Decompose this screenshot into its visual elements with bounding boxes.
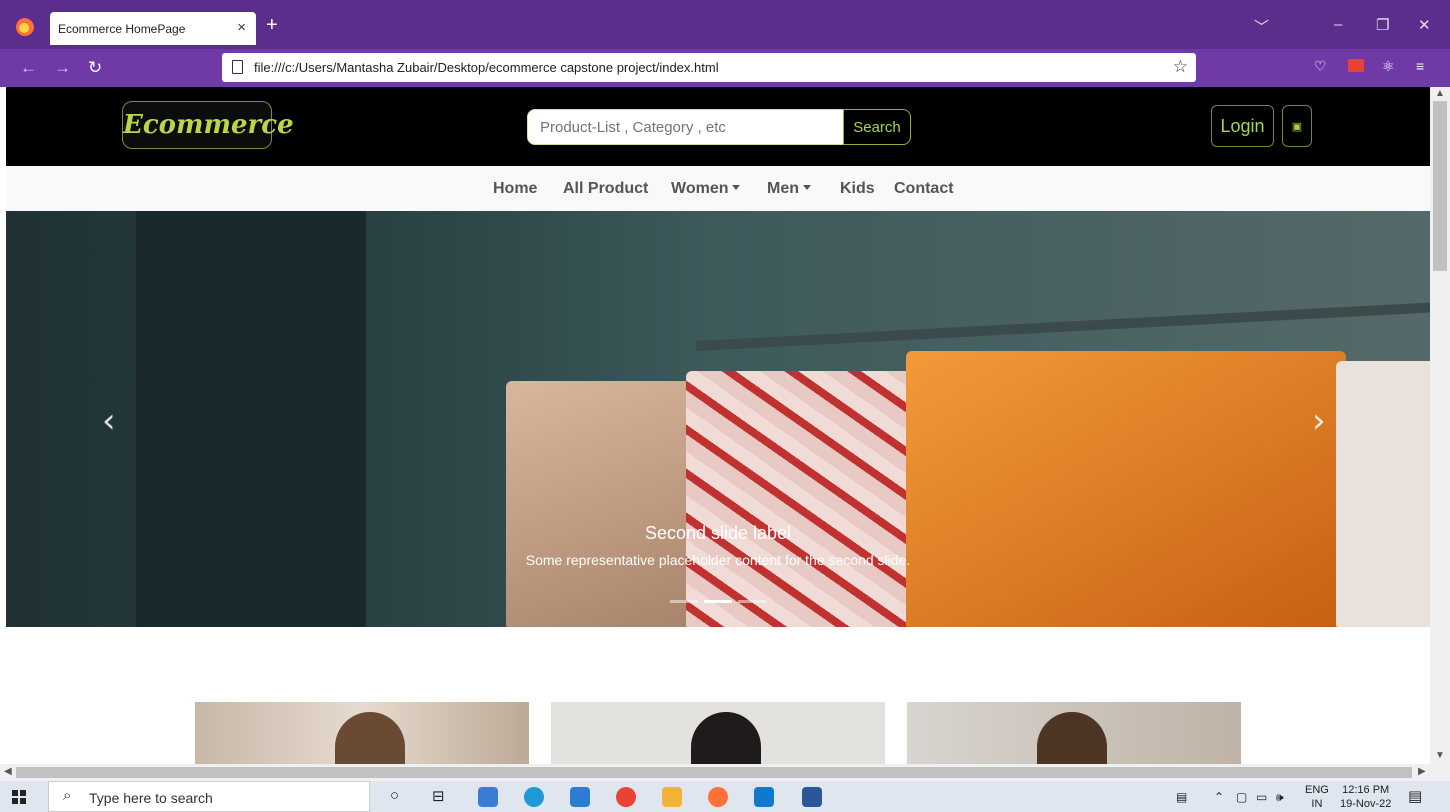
task-view-icon[interactable]: ⊟: [432, 787, 445, 805]
pocket-icon[interactable]: ♡: [1314, 58, 1327, 75]
forward-arrow-icon[interactable]: →: [54, 58, 71, 78]
taskbar-search-placeholder: Type here to search: [89, 790, 213, 806]
system-clock[interactable]: 12:16 PM 19-Nov-22: [1340, 783, 1391, 811]
carousel-indicator-1[interactable]: [670, 600, 698, 603]
carousel-indicator-2[interactable]: [704, 600, 732, 603]
horizontal-scroll-thumb[interactable]: [16, 767, 1412, 778]
browser-tabbar: Ecommerce HomePage × + ﹀ – ❐ ✕: [0, 0, 1450, 49]
menu-icon[interactable]: ≡: [1416, 58, 1424, 74]
close-tab-icon[interactable]: ×: [237, 19, 246, 36]
carousel-indicator-3[interactable]: [738, 600, 766, 603]
reload-icon[interactable]: ↻: [88, 58, 102, 78]
tab-title: Ecommerce HomePage: [58, 22, 186, 36]
language-indicator[interactable]: ENG IN: [1305, 783, 1329, 811]
chevron-up-icon[interactable]: ⌃: [1214, 790, 1224, 804]
chrome-icon[interactable]: [616, 787, 636, 807]
nav-women[interactable]: Women: [671, 180, 741, 198]
back-arrow-icon[interactable]: ←: [20, 58, 37, 78]
windows-start-icon[interactable]: [12, 790, 26, 804]
carousel-prev-icon[interactable]: ‹: [102, 401, 116, 441]
search-button[interactable]: Search: [843, 109, 911, 145]
nav-men[interactable]: Men: [767, 180, 811, 198]
url-text: file:///c:/Users/Mantasha Zubair/Desktop…: [254, 60, 719, 75]
slide-image-rail: [695, 302, 1430, 351]
slide-image-clothes: [1336, 361, 1430, 627]
nav-all-product[interactable]: All Product: [563, 180, 648, 198]
browser-toolbar: ← → ↻ file:///c:/Users/Mantasha Zubair/D…: [0, 49, 1450, 87]
lang-bottom: IN: [1311, 798, 1323, 810]
scroll-right-icon[interactable]: ▶: [1418, 766, 1426, 777]
slide-image-clothes: [506, 381, 706, 627]
file-explorer-icon[interactable]: [662, 787, 682, 807]
product-card-image[interactable]: [907, 702, 1241, 764]
edge-icon[interactable]: [524, 787, 544, 807]
search-form: Search: [527, 109, 911, 145]
vertical-scroll-thumb[interactable]: [1433, 101, 1447, 271]
caret-down-icon: [803, 185, 811, 190]
mail-icon[interactable]: [570, 787, 590, 807]
scroll-up-icon[interactable]: ▲: [1435, 88, 1445, 99]
volume-icon[interactable]: 🕪: [1276, 790, 1284, 805]
firefox-icon: [16, 18, 34, 36]
carousel-next-icon[interactable]: ›: [1312, 401, 1326, 441]
taskbar-search[interactable]: ⌕ Type here to search: [48, 781, 370, 812]
caption-text: Some representative placeholder content …: [525, 552, 911, 568]
product-card-image[interactable]: [551, 702, 885, 764]
battery-icon[interactable]: ▭: [1256, 790, 1267, 804]
carousel-caption: Second slide label Some representative p…: [6, 523, 1430, 568]
browser-tab[interactable]: Ecommerce HomePage ×: [50, 12, 256, 45]
nav-home[interactable]: Home: [493, 180, 537, 198]
extension-icon[interactable]: ⚛: [1382, 58, 1395, 75]
scroll-down-icon[interactable]: ▼: [1435, 750, 1445, 761]
cortana-icon[interactable]: ○: [390, 787, 399, 804]
slide-image-clothes: [686, 371, 916, 627]
product-card-image[interactable]: [195, 702, 529, 764]
page-icon: [232, 60, 243, 74]
nav-contact[interactable]: Contact: [894, 180, 954, 198]
model-photo: [335, 712, 405, 764]
login-button[interactable]: Login: [1211, 105, 1274, 147]
lang-top: ENG: [1305, 784, 1329, 796]
brand-logo[interactable]: Ecommerce: [122, 101, 294, 149]
minimize-button[interactable]: –: [1334, 16, 1342, 33]
vertical-scrollbar[interactable]: ▲ ▼: [1430, 87, 1450, 764]
scroll-left-icon[interactable]: ◀: [4, 766, 12, 777]
address-bar[interactable]: file:///c:/Users/Mantasha Zubair/Desktop…: [222, 53, 1196, 82]
gmail-icon[interactable]: [1348, 59, 1364, 72]
search-icon: ⌕: [63, 787, 72, 804]
new-tab-button[interactable]: +: [266, 14, 278, 37]
close-window-button[interactable]: ✕: [1418, 16, 1431, 34]
network-icon[interactable]: ▢: [1236, 790, 1247, 804]
restore-button[interactable]: ❐: [1376, 16, 1389, 34]
search-input[interactable]: [527, 109, 845, 145]
web-page: Ecommerce Search Login ▣ Home All Produc…: [6, 87, 1430, 764]
caption-title: Second slide label: [644, 523, 792, 543]
word-icon[interactable]: [802, 787, 822, 807]
hero-carousel: ‹ › Second slide label Some representati…: [6, 211, 1430, 627]
clock-date: 19-Nov-22: [1340, 798, 1392, 810]
nav-women-label: Women: [671, 180, 729, 197]
slide-image-clothes: [906, 351, 1346, 627]
vscode-icon[interactable]: [754, 787, 774, 807]
app-icon[interactable]: [478, 787, 498, 807]
windows-taskbar: ⌕ Type here to search ○ ⊟ ▤ ⌃ ▢ ▭ 🕪 ENG …: [0, 781, 1450, 812]
tab-list-icon[interactable]: ﹀: [1254, 16, 1269, 37]
nav-men-label: Men: [767, 180, 799, 197]
cart-icon[interactable]: ▣: [1282, 105, 1312, 147]
notification-icon[interactable]: ▤: [1408, 787, 1422, 805]
news-icon[interactable]: ▤: [1176, 790, 1187, 804]
clock-time: 12:16 PM: [1342, 784, 1390, 796]
site-header: Ecommerce Search Login ▣: [6, 87, 1430, 166]
main-nav: Home All Product Women Men Kids Contact: [6, 166, 1430, 211]
caret-down-icon: [732, 185, 741, 190]
firefox-taskbar-icon[interactable]: [708, 787, 728, 807]
horizontal-scrollbar[interactable]: ◀ ▶: [0, 764, 1450, 781]
bookmark-star-icon[interactable]: ☆: [1173, 57, 1188, 77]
model-photo: [1037, 712, 1107, 764]
nav-kids[interactable]: Kids: [840, 180, 875, 198]
model-photo: [691, 712, 761, 764]
